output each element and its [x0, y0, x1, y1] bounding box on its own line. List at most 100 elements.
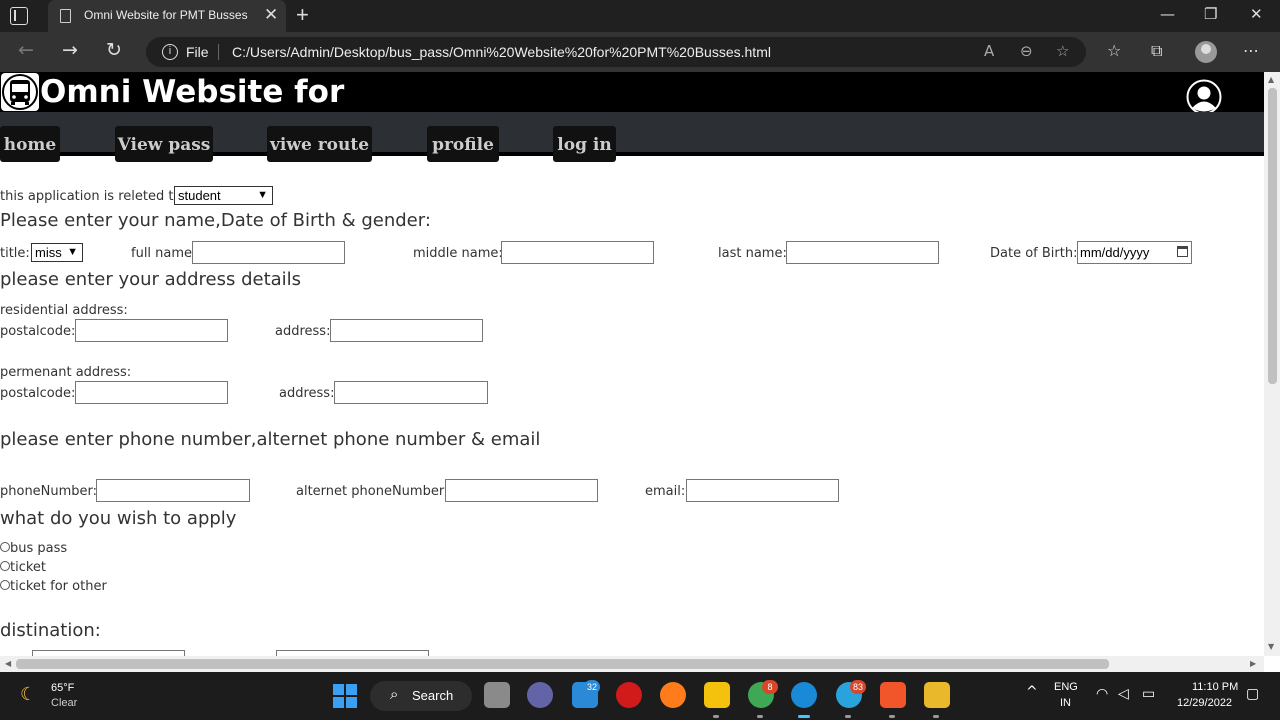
- read-aloud-icon[interactable]: A: [984, 42, 994, 60]
- radio-ticket[interactable]: [0, 561, 10, 571]
- back-icon[interactable]: ←: [18, 39, 34, 61]
- profile-avatar-icon[interactable]: [1195, 41, 1217, 63]
- edge-icon[interactable]: [791, 682, 817, 708]
- favorites-icon[interactable]: ☆: [1107, 41, 1121, 60]
- forward-icon[interactable]: →: [62, 39, 78, 61]
- more-options-icon[interactable]: ⋯: [1243, 41, 1259, 60]
- explorer-running-indicator: [713, 715, 719, 718]
- residential-postalcode-input[interactable]: [75, 319, 228, 342]
- brave-icon[interactable]: [880, 682, 906, 708]
- scroll-left-icon[interactable]: ◀: [5, 659, 11, 668]
- last-name-input[interactable]: [786, 241, 939, 264]
- url-text[interactable]: C:/Users/Admin/Desktop/bus_pass/Omni%20W…: [232, 44, 771, 60]
- search-label: Search: [412, 688, 454, 703]
- scroll-right-icon[interactable]: ▶: [1250, 659, 1256, 668]
- nav-profile[interactable]: profile: [427, 126, 499, 162]
- collections-icon[interactable]: ⧉: [1151, 41, 1162, 61]
- site-header: Omni Website for: [0, 72, 1264, 115]
- destination-heading: distination:: [0, 620, 101, 641]
- refresh-icon[interactable]: ↻: [106, 39, 122, 61]
- language-region[interactable]: IN: [1060, 697, 1071, 709]
- teams-chat-icon[interactable]: [527, 682, 553, 708]
- url-divider: [218, 44, 219, 60]
- new-tab-button[interactable]: +: [296, 2, 309, 28]
- window-close-icon[interactable]: ✕: [1250, 5, 1263, 23]
- phone-section-heading: please enter phone number,alternet phone…: [0, 429, 541, 450]
- clock-date[interactable]: 12/29/2022: [1177, 697, 1232, 709]
- radio-bus-pass[interactable]: [0, 542, 10, 552]
- site-navbar: home View pass viwe route profile log in: [0, 112, 1264, 162]
- info-icon[interactable]: i: [162, 44, 178, 60]
- weather-condition[interactable]: Clear: [51, 697, 77, 709]
- residential-address-input[interactable]: [330, 319, 483, 342]
- bus-logo-icon: [1, 73, 39, 111]
- address-bar[interactable]: i File C:/Users/Admin/Desktop/bus_pass/O…: [146, 37, 1086, 67]
- scroll-up-icon[interactable]: ▲: [1268, 75, 1274, 84]
- tab-close-icon[interactable]: ✕: [264, 5, 278, 25]
- middle-name-input[interactable]: [501, 241, 654, 264]
- email-input[interactable]: [686, 479, 839, 502]
- mail-badge: 32: [584, 680, 601, 694]
- language-indicator[interactable]: ENG: [1054, 681, 1078, 693]
- restore-icon[interactable]: ❐: [1204, 5, 1217, 23]
- nav-home[interactable]: home: [0, 126, 60, 162]
- weather-temperature[interactable]: 65°F: [51, 682, 74, 694]
- email-label: email:: [645, 484, 686, 499]
- opera-icon[interactable]: [616, 682, 642, 708]
- last-name-label: last name:: [718, 246, 787, 261]
- powerbi-running-indicator: [933, 715, 939, 718]
- permanent-address-input[interactable]: [334, 381, 488, 404]
- task-view-icon[interactable]: [484, 682, 510, 708]
- horizontal-scroll-thumb[interactable]: [16, 659, 1109, 669]
- apply-section-heading: what do you wish to apply: [0, 508, 237, 529]
- nav-view-pass[interactable]: View pass: [115, 126, 213, 162]
- alt-phone-input[interactable]: [445, 479, 598, 502]
- telegram-badge: 83: [850, 680, 867, 694]
- clock-time[interactable]: 11:10 PM: [1192, 681, 1238, 693]
- user-account-icon[interactable]: [1186, 79, 1222, 115]
- vertical-scroll-thumb[interactable]: [1268, 88, 1277, 384]
- phone-input[interactable]: [96, 479, 250, 502]
- name-section-heading: Please enter your name,Date of Birth & g…: [0, 210, 431, 231]
- add-favorite-icon[interactable]: ☆: [1056, 42, 1069, 60]
- horizontal-scrollbar[interactable]: ◀ ▶: [0, 656, 1264, 672]
- moon-weather-icon[interactable]: ☾: [20, 684, 36, 705]
- zoom-out-icon[interactable]: ⊖: [1020, 42, 1033, 60]
- minimize-icon[interactable]: —: [1160, 5, 1175, 23]
- battery-icon[interactable]: ▭: [1142, 686, 1155, 702]
- dob-label: Date of Birth:: [990, 246, 1078, 261]
- brave-running-indicator: [889, 715, 895, 718]
- related-select-value: student: [178, 188, 221, 203]
- telegram-running-indicator: [845, 715, 851, 718]
- permanent-address-field-label: address:: [279, 386, 335, 401]
- site-title: Omni Website for: [40, 74, 345, 110]
- nav-log-in[interactable]: log in: [553, 126, 616, 162]
- power-bi-icon[interactable]: [924, 682, 950, 708]
- page-viewport: Omni Website for home View pass viwe rou…: [0, 72, 1264, 656]
- firefox-icon[interactable]: [660, 682, 686, 708]
- dob-input[interactable]: mm/dd/yyyy: [1077, 241, 1192, 264]
- permanent-postalcode-input[interactable]: [75, 381, 228, 404]
- start-windows-icon[interactable]: [333, 684, 357, 708]
- notifications-icon[interactable]: ▢: [1246, 686, 1259, 702]
- scroll-down-icon[interactable]: ▼: [1268, 642, 1274, 651]
- full-name-input[interactable]: [192, 241, 345, 264]
- title-select[interactable]: miss ▼: [31, 243, 83, 262]
- tab-title: Omni Website for PMT Busses: [84, 8, 248, 22]
- file-explorer-icon[interactable]: [704, 682, 730, 708]
- taskbar-search[interactable]: ⌕ Search: [370, 681, 472, 711]
- wifi-icon[interactable]: ◠: [1096, 686, 1108, 702]
- calendar-icon[interactable]: [1177, 246, 1188, 257]
- nav-view-route[interactable]: viwe route: [267, 126, 372, 162]
- volume-icon[interactable]: ◁: [1118, 686, 1129, 702]
- show-hidden-icons-chevron[interactable]: ^: [1026, 684, 1038, 700]
- radio-ticket-for-other[interactable]: [0, 580, 10, 590]
- option-ticket-for-other-label: ticket for other: [10, 579, 107, 594]
- address-section-heading: please enter your address details: [0, 269, 302, 290]
- full-name-label: full name:: [131, 246, 197, 261]
- taskbar: ☾ 65°F Clear ⌕ Search 32 8 83 ^ ENG IN ◠…: [0, 672, 1280, 720]
- tab-actions-icon[interactable]: [10, 7, 28, 25]
- browser-tab-active[interactable]: Omni Website for PMT Busses ✕: [48, 0, 286, 32]
- related-select[interactable]: student ▼: [174, 186, 273, 205]
- vertical-scrollbar[interactable]: ▲ ▼: [1264, 72, 1280, 656]
